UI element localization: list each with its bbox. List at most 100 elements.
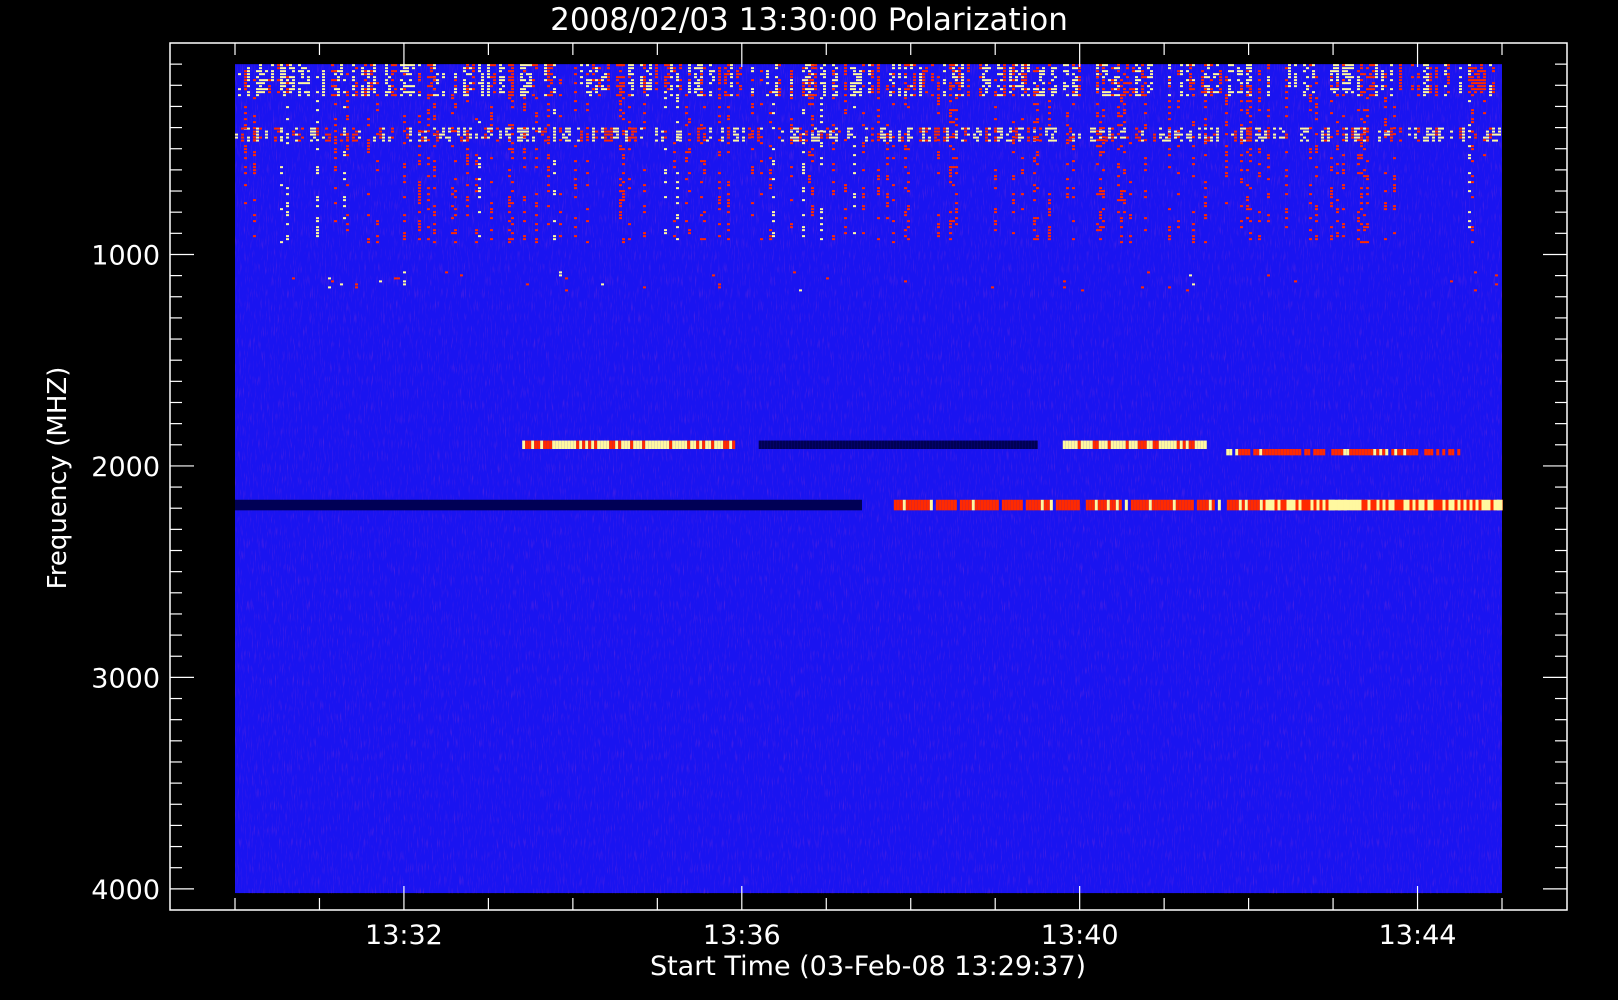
heat-cell xyxy=(1145,499,1149,511)
heat-cell xyxy=(553,88,556,91)
heat-cell xyxy=(511,127,514,130)
heat-cell xyxy=(526,133,529,136)
heat-cell xyxy=(925,127,928,130)
heat-cell xyxy=(1468,181,1471,184)
heat-cell xyxy=(271,76,274,79)
heat-cell xyxy=(820,142,823,145)
heat-cell xyxy=(1021,172,1024,175)
heat-cell xyxy=(1235,499,1239,511)
heat-cell xyxy=(794,440,798,450)
heat-cell xyxy=(1033,103,1036,106)
heat-cell xyxy=(1120,130,1123,133)
heat-cell xyxy=(559,130,562,133)
heat-cell xyxy=(944,440,948,450)
heat-cell xyxy=(1093,139,1096,142)
heat-cell xyxy=(364,88,367,91)
heat-cell xyxy=(1477,82,1480,85)
heat-cell xyxy=(1285,208,1288,211)
heat-cell xyxy=(457,130,460,133)
heat-cell xyxy=(589,70,592,73)
heat-cell xyxy=(391,94,394,97)
heat-cell xyxy=(1355,499,1359,511)
heat-cell xyxy=(1001,499,1005,511)
heat-cell xyxy=(955,70,958,73)
heat-cell xyxy=(877,217,880,220)
heat-cell xyxy=(490,181,493,184)
heat-cell xyxy=(433,187,436,190)
heat-cell xyxy=(522,440,526,450)
heat-cell xyxy=(1411,76,1414,79)
heat-cell xyxy=(598,499,601,511)
heat-cell xyxy=(994,91,997,94)
heat-cell xyxy=(490,499,493,511)
heat-cell xyxy=(385,64,388,67)
heat-cell xyxy=(1246,91,1249,94)
heat-cell xyxy=(729,440,733,450)
heat-cell xyxy=(955,136,958,139)
heat-cell xyxy=(1309,127,1312,130)
heat-cell xyxy=(1204,154,1207,157)
heat-cell xyxy=(962,440,966,450)
heat-cell xyxy=(862,169,865,172)
heat-cell xyxy=(1342,208,1345,211)
heat-cell xyxy=(1117,67,1120,70)
heat-cell xyxy=(1123,202,1126,205)
heat-cell xyxy=(1225,151,1228,154)
heat-cell xyxy=(619,76,622,79)
heat-cell xyxy=(907,85,910,88)
heat-cell xyxy=(1102,136,1105,139)
heat-cell xyxy=(1483,79,1486,82)
heat-cell xyxy=(919,130,922,133)
heat-cell xyxy=(1225,100,1228,103)
heat-cell xyxy=(700,127,703,130)
heat-cell xyxy=(1189,76,1192,79)
heat-cell xyxy=(832,169,835,172)
heat-cell xyxy=(445,136,448,139)
heat-cell xyxy=(1217,499,1221,511)
heat-cell xyxy=(877,193,880,196)
heat-cell xyxy=(301,76,304,79)
heat-cell xyxy=(955,82,958,85)
heat-cell xyxy=(1474,136,1477,139)
heat-cell xyxy=(553,163,556,166)
heat-cell xyxy=(1468,157,1471,160)
heat-cell xyxy=(907,64,910,67)
heat-cell xyxy=(1075,91,1078,94)
heat-cell xyxy=(1361,449,1365,456)
heat-cell xyxy=(1117,166,1120,169)
heat-cell xyxy=(1072,85,1075,88)
heat-cell xyxy=(886,148,889,151)
heat-cell xyxy=(454,499,457,511)
heat-cell xyxy=(238,499,241,511)
heat-cell xyxy=(676,187,679,190)
heat-cell xyxy=(553,193,556,196)
heat-cell xyxy=(496,139,499,142)
heat-cell xyxy=(1072,82,1075,85)
heat-cell xyxy=(718,94,721,97)
heat-cell xyxy=(559,211,562,214)
heat-cell xyxy=(937,97,940,100)
heat-cell xyxy=(280,67,283,70)
heat-cell xyxy=(1463,499,1467,511)
heat-cell xyxy=(325,133,328,136)
heat-cell xyxy=(1138,136,1141,139)
heat-cell xyxy=(811,97,814,100)
heat-cell xyxy=(1258,163,1261,166)
heat-cell xyxy=(244,70,247,73)
heat-cell xyxy=(1390,70,1393,73)
heat-cell xyxy=(1192,223,1195,226)
heat-cell xyxy=(1192,241,1195,244)
heat-cell xyxy=(727,205,730,208)
heat-cell xyxy=(475,133,478,136)
heat-cell xyxy=(1099,121,1102,124)
heat-cell xyxy=(415,499,418,511)
heat-cell xyxy=(559,499,562,511)
heat-cell xyxy=(1474,73,1477,76)
heat-cell xyxy=(1092,440,1096,450)
heat-cell xyxy=(1429,88,1432,91)
heat-cell xyxy=(1180,139,1183,142)
heat-cell xyxy=(586,79,589,82)
heat-cell xyxy=(508,202,511,205)
heat-cell xyxy=(529,64,532,67)
heat-cell xyxy=(920,499,924,511)
